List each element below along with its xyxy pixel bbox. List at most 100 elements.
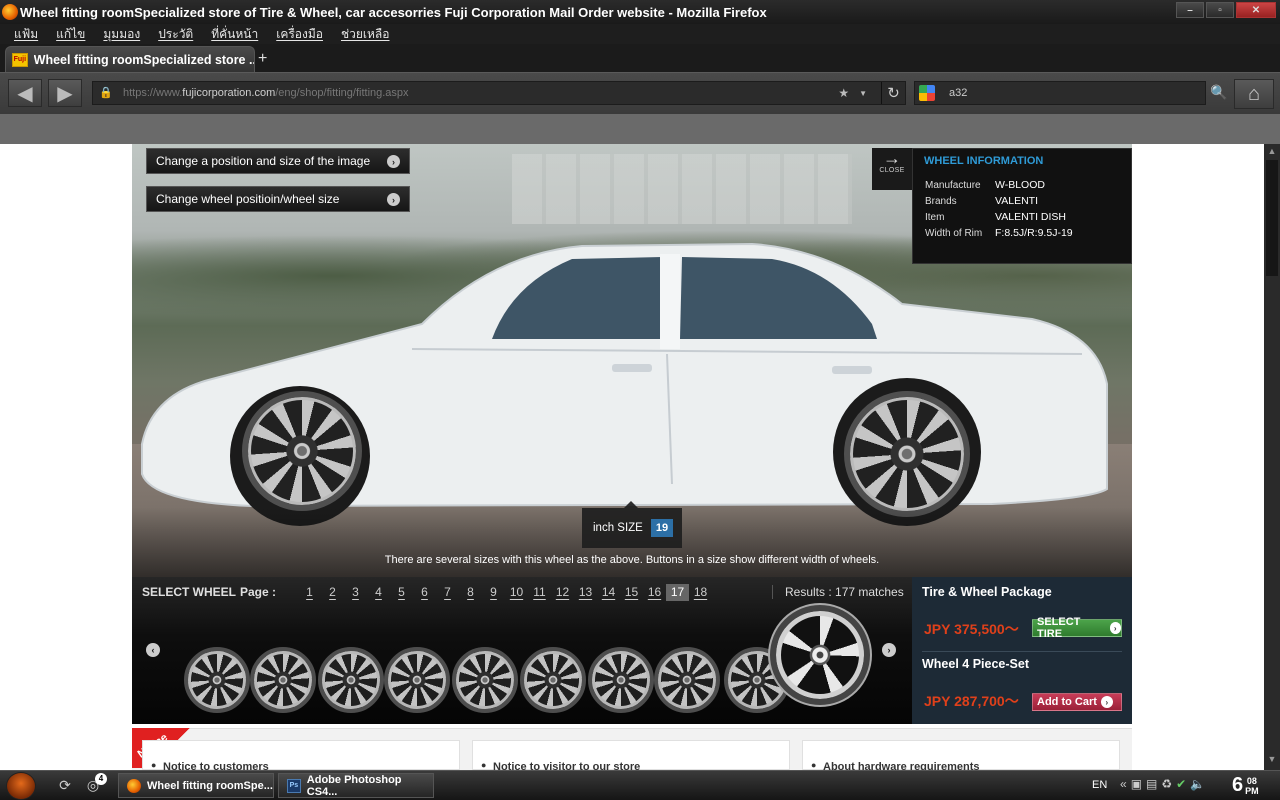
info-key: Item: [925, 212, 945, 223]
page-link-current[interactable]: 17: [666, 584, 689, 601]
forward-button[interactable]: ▶: [48, 79, 82, 107]
menu-bar: แฟ้ม แก้ไข มุมมอง ประวัติ ที่คั่นหน้า เค…: [0, 24, 1280, 44]
fuji-favicon-icon: Fuji: [12, 52, 28, 67]
volume-icon[interactable]: 🔈: [1190, 777, 1205, 791]
page-link[interactable]: 16: [643, 584, 666, 601]
page-link[interactable]: 18: [689, 584, 712, 601]
wheel-thumbnail[interactable]: [654, 647, 720, 713]
home-icon: ⌂: [1247, 82, 1261, 105]
system-tray: « ▣ ▤ ♻ ✔ 🔈: [1120, 777, 1205, 791]
url-bar[interactable]: 🔒 https://www.fujicorporation.com/eng/sh…: [92, 81, 906, 105]
start-button[interactable]: [6, 772, 36, 800]
info-value: F:8.5J/R:9.5J-19: [995, 227, 1073, 239]
search-bar[interactable]: a32: [914, 81, 1206, 105]
scroll-thumb[interactable]: [1266, 160, 1278, 276]
scroll-down-icon[interactable]: ▼: [1264, 754, 1280, 768]
change-image-position-button[interactable]: Change a position and size of the image …: [146, 148, 410, 174]
wheel-thumbnail[interactable]: [520, 647, 586, 713]
back-button[interactable]: ◀: [8, 79, 42, 107]
page-link[interactable]: 13: [574, 584, 597, 601]
tray-expand-icon[interactable]: «: [1120, 777, 1127, 791]
menu-view[interactable]: มุมมอง: [103, 25, 140, 44]
nav-toolbar: ◀ ▶ 🔒 https://www.fujicorporation.com/en…: [0, 72, 1280, 114]
url-path: /eng/shop/fitting/fitting.aspx: [275, 87, 409, 99]
wheel-thumbnail[interactable]: [184, 647, 250, 713]
taskbar-firefox[interactable]: Wheel fitting roomSpe...: [118, 773, 274, 798]
menu-edit[interactable]: แก้ไข: [56, 25, 85, 44]
notice-visitors-link[interactable]: Notice to visitor to our store: [472, 740, 790, 770]
bookmark-star-icon[interactable]: ★: [838, 86, 849, 100]
page-link[interactable]: 10: [505, 584, 528, 601]
search-icon[interactable]: 🔍: [1210, 84, 1227, 101]
inch-size-label: inch SIZE: [593, 522, 643, 534]
taskbar-photoshop[interactable]: Ps Adobe Photoshop CS4...: [278, 773, 434, 798]
google-search-icon[interactable]: [919, 85, 935, 101]
page-link[interactable]: 4: [367, 584, 390, 601]
tray-app-icon[interactable]: ♻: [1161, 777, 1172, 791]
wheel-thumbnail[interactable]: [384, 647, 450, 713]
select-tire-button[interactable]: SELECT TIRE ›: [1032, 616, 1122, 640]
clock-hour: 6: [1232, 774, 1244, 796]
home-button[interactable]: ⌂: [1234, 79, 1274, 109]
close-button[interactable]: ✕: [1236, 2, 1276, 18]
select-tire-label: SELECT TIRE: [1037, 616, 1081, 640]
network-icon[interactable]: ▣: [1131, 777, 1142, 791]
page-link[interactable]: 1: [298, 584, 321, 601]
clock[interactable]: 6 08 PM: [1232, 774, 1259, 797]
quicklaunch-icon[interactable]: ⟳: [56, 777, 74, 795]
page-link[interactable]: 11: [528, 584, 551, 601]
menu-help[interactable]: ช่วยเหลือ: [341, 25, 390, 44]
page-link[interactable]: 5: [390, 584, 413, 601]
menu-history[interactable]: ประวัติ: [158, 25, 193, 44]
scroll-up-icon[interactable]: ▲: [1264, 146, 1280, 160]
add-to-cart-label: Add to Cart: [1037, 696, 1097, 708]
chevron-left-icon: ‹: [151, 645, 155, 655]
arrow-right-icon: ›: [387, 155, 400, 168]
selected-wheel-thumbnail[interactable]: [770, 605, 870, 705]
hardware-requirements-link[interactable]: About hardware requirements: [802, 740, 1120, 770]
search-input[interactable]: a32: [949, 87, 967, 99]
page-link[interactable]: 9: [482, 584, 505, 601]
wheel-thumbnail[interactable]: [318, 647, 384, 713]
prev-wheels-button[interactable]: ‹: [146, 643, 160, 657]
info-close-button[interactable]: → CLOSE: [872, 148, 912, 190]
page-link[interactable]: 2: [321, 584, 344, 601]
menu-tools[interactable]: เครื่องมือ: [276, 25, 323, 44]
page-link[interactable]: 6: [413, 584, 436, 601]
change-wheel-position-button[interactable]: Change wheel positioin/wheel size ›: [146, 186, 410, 212]
new-tab-button[interactable]: +: [258, 50, 267, 68]
language-indicator[interactable]: EN: [1092, 779, 1107, 791]
menu-bookmarks[interactable]: ที่คั่นหน้า: [211, 25, 258, 44]
wheel-thumbnail[interactable]: [452, 647, 518, 713]
notice-customers-link[interactable]: Notice to customers: [142, 740, 460, 770]
url-text[interactable]: https://www.fujicorporation.com/eng/shop…: [123, 87, 838, 99]
page-label: Page :: [240, 585, 277, 599]
arrow-right-icon: ›: [1100, 696, 1113, 708]
wheel-thumbnail[interactable]: [588, 647, 654, 713]
wheel-thumbnail[interactable]: [250, 647, 316, 713]
info-value: W-BLOOD: [995, 179, 1045, 191]
rear-wheel: [844, 391, 970, 517]
page-link[interactable]: 7: [436, 584, 459, 601]
page-link[interactable]: 14: [597, 584, 620, 601]
vertical-scrollbar[interactable]: ▲ ▼: [1264, 144, 1280, 770]
tray-check-icon[interactable]: ✔: [1176, 777, 1186, 791]
taskbar-photoshop-label: Adobe Photoshop CS4...: [306, 773, 402, 798]
arrow-right-icon: →: [883, 148, 901, 168]
minimize-button[interactable]: –: [1176, 2, 1204, 18]
page-link[interactable]: 15: [620, 584, 643, 601]
add-to-cart-button[interactable]: Add to Cart ›: [1032, 693, 1122, 711]
menu-file[interactable]: แฟ้ม: [14, 25, 38, 44]
inch-size-button[interactable]: 19: [650, 519, 674, 537]
maximize-button[interactable]: ▫: [1206, 2, 1234, 18]
tab-wheel-fitting[interactable]: Fuji Wheel fitting roomSpecialized store…: [5, 46, 255, 72]
page-link[interactable]: 12: [551, 584, 574, 601]
firefox-icon: [127, 778, 141, 793]
reload-icon[interactable]: ↻: [881, 82, 905, 104]
page-link[interactable]: 3: [344, 584, 367, 601]
wheel-set-title: Wheel 4 Piece-Set: [922, 657, 1029, 671]
next-wheels-button[interactable]: ›: [882, 643, 896, 657]
tray-app-icon[interactable]: ▤: [1146, 777, 1157, 791]
page-link[interactable]: 8: [459, 584, 482, 601]
url-dropdown-icon[interactable]: ▼: [859, 89, 867, 98]
